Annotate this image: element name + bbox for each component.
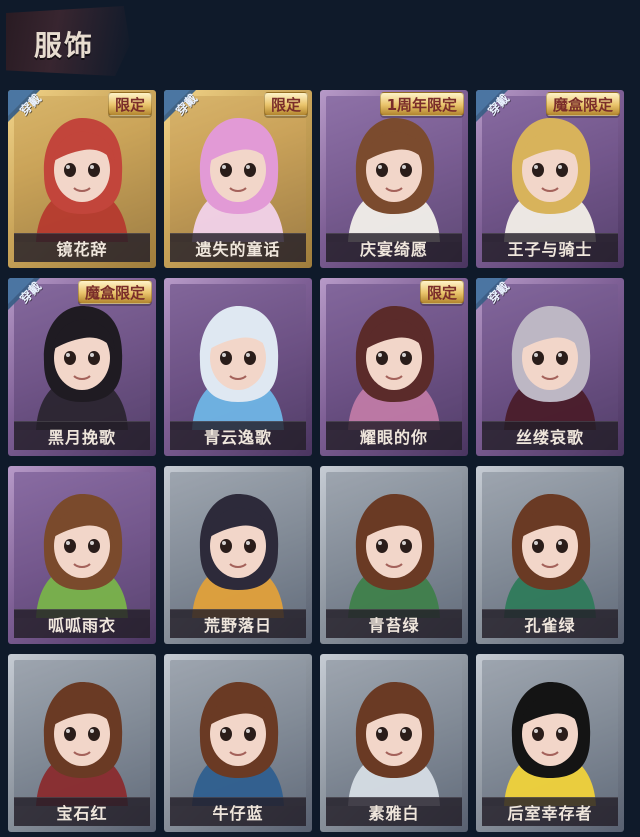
portrait-frame xyxy=(326,96,462,242)
character-portrait xyxy=(482,96,618,242)
costume-card[interactable]: 素雅白 xyxy=(320,654,468,832)
portrait-frame xyxy=(170,284,306,430)
portrait-frame xyxy=(326,660,462,806)
costume-card[interactable]: 穿戴 魔盒限定 王子与骑士 xyxy=(476,90,624,268)
costume-name: 宝石红 xyxy=(14,797,150,826)
costume-card[interactable]: 宝石红 xyxy=(8,654,156,832)
costume-name: 黑月挽歌 xyxy=(14,421,150,450)
costume-card[interactable]: 牛仔蓝 xyxy=(164,654,312,832)
costume-name: 孔雀绿 xyxy=(482,609,618,638)
costume-card[interactable]: 青苔绿 xyxy=(320,466,468,644)
portrait-frame xyxy=(326,472,462,618)
portrait-frame xyxy=(14,96,150,242)
portrait-frame xyxy=(170,472,306,618)
costume-name: 遗失的童话 xyxy=(170,233,306,262)
portrait-frame xyxy=(482,660,618,806)
portrait-frame xyxy=(326,284,462,430)
limited-badge: 限定 xyxy=(107,92,152,116)
character-portrait xyxy=(482,472,618,618)
limited-badge: 魔盒限定 xyxy=(77,280,152,304)
limited-badge: 魔盒限定 xyxy=(545,92,620,116)
character-portrait xyxy=(170,284,306,430)
portrait-frame xyxy=(482,284,618,430)
costume-card[interactable]: 穿戴 魔盒限定 黑月挽歌 xyxy=(8,278,156,456)
portrait-frame xyxy=(482,96,618,242)
costume-card[interactable]: 青云逸歌 xyxy=(164,278,312,456)
costume-card[interactable]: 穿戴 丝缕哀歌 xyxy=(476,278,624,456)
costume-name: 耀眼的你 xyxy=(326,421,462,450)
costume-card[interactable]: 1周年限定庆宴绮愿 xyxy=(320,90,468,268)
costume-card[interactable]: 限定耀眼的你 xyxy=(320,278,468,456)
costume-card[interactable]: 呱呱雨衣 xyxy=(8,466,156,644)
costume-card[interactable]: 荒野落日 xyxy=(164,466,312,644)
costume-card[interactable]: 孔雀绿 xyxy=(476,466,624,644)
portrait-frame xyxy=(482,472,618,618)
costume-name: 荒野落日 xyxy=(170,609,306,638)
costume-name: 庆宴绮愿 xyxy=(326,233,462,262)
costume-name: 青苔绿 xyxy=(326,609,462,638)
costume-card[interactable]: 后室幸存者 xyxy=(476,654,624,832)
costume-name: 呱呱雨衣 xyxy=(14,609,150,638)
costume-name: 镜花辞 xyxy=(14,233,150,262)
costume-card[interactable]: 穿戴 限定 镜花辞 xyxy=(8,90,156,268)
character-portrait xyxy=(14,96,150,242)
character-portrait xyxy=(326,660,462,806)
character-portrait xyxy=(170,96,306,242)
costume-card[interactable]: 穿戴 限定 遗失的童话 xyxy=(164,90,312,268)
character-portrait xyxy=(326,472,462,618)
character-portrait xyxy=(482,284,618,430)
limited-badge: 限定 xyxy=(419,280,464,304)
character-portrait xyxy=(482,660,618,806)
portrait-frame xyxy=(170,660,306,806)
portrait-frame xyxy=(14,472,150,618)
character-portrait xyxy=(326,96,462,242)
costume-name: 丝缕哀歌 xyxy=(482,421,618,450)
portrait-frame xyxy=(14,660,150,806)
costume-name: 青云逸歌 xyxy=(170,421,306,450)
limited-badge: 限定 xyxy=(263,92,308,116)
character-portrait xyxy=(170,660,306,806)
character-portrait xyxy=(170,472,306,618)
costume-grid: 穿戴 限定 镜花辞 穿戴 限定 遗失的童话 1周年限定 庆宴绮愿 穿戴 魔盒限定 王子与骑士 … xyxy=(0,0,640,837)
character-portrait xyxy=(14,284,150,430)
character-portrait xyxy=(14,660,150,806)
costume-name: 后室幸存者 xyxy=(482,797,618,826)
portrait-frame xyxy=(14,284,150,430)
costume-name: 牛仔蓝 xyxy=(170,797,306,826)
portrait-frame xyxy=(170,96,306,242)
costume-name: 素雅白 xyxy=(326,797,462,826)
character-portrait xyxy=(14,472,150,618)
character-portrait xyxy=(326,284,462,430)
costume-name: 王子与骑士 xyxy=(482,233,618,262)
limited-badge: 1周年限定 xyxy=(379,92,464,116)
